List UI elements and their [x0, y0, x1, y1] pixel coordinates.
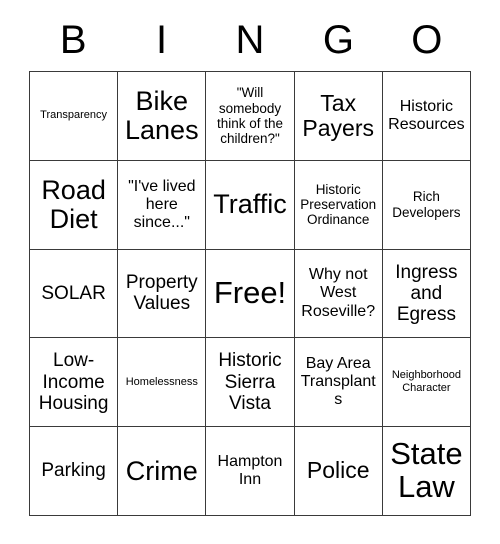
bingo-cell-r1c5[interactable]: Historic Resources	[382, 72, 471, 161]
bingo-cell-label: Hampton Inn	[217, 453, 283, 489]
bingo-cell-label: Historic Sierra Vista	[218, 350, 282, 414]
bingo-cell-r2c5[interactable]: Rich Developers	[382, 160, 471, 250]
bingo-cell-r1c4[interactable]: Tax Payers	[294, 72, 383, 161]
bingo-cell-r3c5[interactable]: Ingress and Egress	[382, 249, 471, 339]
bingo-cell-label: Why not West Roseville?	[301, 266, 376, 320]
bingo-cell-r2c4[interactable]: Historic Preservation Ordinance	[294, 160, 383, 250]
bingo-cell-label: Property Values	[125, 272, 198, 315]
bingo-header-letter-i: I	[156, 17, 168, 62]
bingo-cell-r1c2[interactable]: Bike Lanes	[118, 72, 207, 161]
bingo-cell-label: Road Diet	[41, 174, 106, 234]
bingo-cell-label: Homelessness	[125, 375, 198, 388]
bingo-cell-r3c4[interactable]: Why not West Roseville?	[294, 249, 383, 339]
bingo-cell-label: Transparency	[40, 109, 108, 122]
bingo-cell-r4c4[interactable]: Bay Area Transplants	[294, 338, 383, 428]
bingo-cell-label: "I've lived here since..."	[128, 177, 196, 231]
bingo-cell-r5c1[interactable]: Parking	[30, 427, 119, 516]
bingo-cell-r5c5[interactable]: State Law	[382, 427, 471, 516]
bingo-cell-r3c1[interactable]: SOLAR	[30, 249, 119, 339]
bingo-header-letter-b: B	[59, 17, 87, 62]
bingo-card: B I N G O Transparency Bike Lanes "Will …	[29, 8, 471, 516]
bingo-cell-label: Crime	[125, 455, 198, 486]
bingo-cell-label: Free!	[213, 275, 287, 311]
bingo-cell-r2c3[interactable]: Traffic	[206, 160, 295, 250]
bingo-cell-r5c2[interactable]: Crime	[118, 427, 207, 516]
bingo-cell-r4c3[interactable]: Historic Sierra Vista	[206, 338, 295, 428]
bingo-cell-r4c1[interactable]: Low- Income Housing	[30, 338, 119, 428]
bingo-cell-label: Historic Preservation Ordinance	[300, 181, 377, 228]
bingo-cell-r1c3[interactable]: "Will somebody think of the children?"	[206, 72, 295, 161]
bingo-header-letter-o: O	[411, 17, 443, 62]
bingo-cell-label: Traffic	[213, 189, 287, 220]
bingo-cell-r1c1[interactable]: Transparency	[30, 72, 119, 161]
bingo-cell-label: "Will somebody think of the children?"	[216, 85, 284, 147]
bingo-cell-label: Bike Lanes	[125, 85, 199, 145]
bingo-cell-label: Rich Developers	[392, 189, 461, 220]
bingo-cell-r5c4[interactable]: Police	[294, 427, 383, 516]
bingo-cell-r4c2[interactable]: Homelessness	[118, 338, 207, 428]
bingo-cell-free-space[interactable]: Free!	[206, 249, 295, 339]
bingo-cell-r2c1[interactable]: Road Diet	[30, 160, 119, 250]
bingo-header: B I N G O	[29, 8, 471, 71]
bingo-cell-label: Historic Resources	[388, 97, 465, 133]
bingo-grid: Transparency Bike Lanes "Will somebody t…	[29, 71, 471, 516]
bingo-cell-label: Parking	[41, 460, 106, 482]
bingo-cell-label: Police	[306, 457, 370, 484]
bingo-cell-label: SOLAR	[41, 282, 106, 304]
bingo-cell-label: Ingress and Egress	[395, 261, 458, 326]
bingo-header-letter-n: N	[235, 17, 265, 62]
bingo-header-letter-g: G	[322, 17, 354, 62]
bingo-cell-label: Neighborhood Character	[391, 369, 461, 395]
bingo-cell-r5c3[interactable]: Hampton Inn	[206, 427, 295, 516]
bingo-cell-r2c2[interactable]: "I've lived here since..."	[118, 160, 207, 250]
bingo-cell-r3c2[interactable]: Property Values	[118, 249, 207, 339]
bingo-cell-label: Tax Payers	[302, 89, 374, 141]
bingo-cell-label: Bay Area Transplants	[300, 355, 376, 409]
bingo-cell-label: State Law	[390, 436, 463, 505]
bingo-cell-label: Low- Income Housing	[38, 350, 109, 414]
bingo-cell-r4c5[interactable]: Neighborhood Character	[382, 338, 471, 428]
